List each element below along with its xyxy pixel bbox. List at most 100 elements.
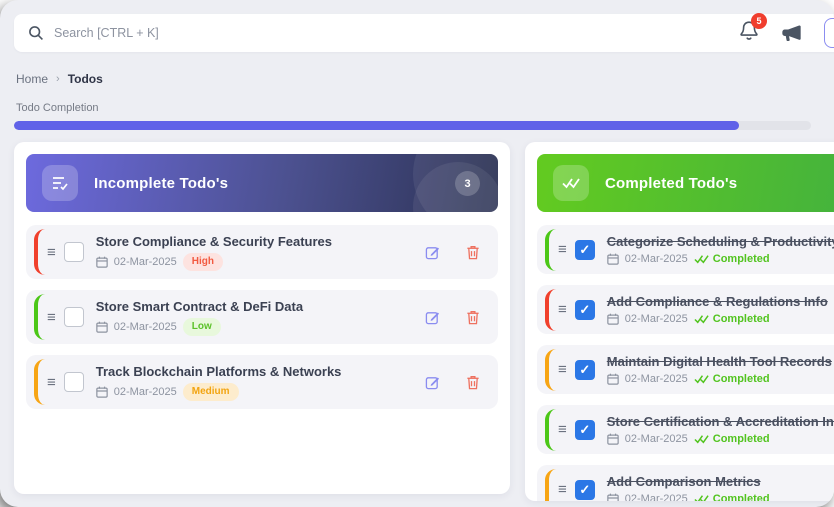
drag-handle-icon[interactable]: ≡	[558, 302, 567, 317]
calendar-icon	[607, 313, 619, 325]
drag-handle-icon[interactable]: ≡	[558, 422, 567, 437]
drag-handle-icon[interactable]: ≡	[558, 242, 567, 257]
edit-button[interactable]	[421, 306, 444, 329]
todo-meta: 02-Mar-2025 Completed	[607, 493, 834, 501]
todo-meta: 02-Mar-2025 Completed	[607, 313, 834, 325]
incomplete-todo-list: ≡ Store Compliance & Security Features 0…	[26, 225, 498, 409]
trash-icon	[466, 245, 480, 260]
todo-content: Track Blockchain Platforms & Networks 02…	[96, 364, 421, 401]
language-button[interactable]	[824, 18, 834, 48]
completed-status: Completed	[694, 313, 770, 325]
search-bar: 5	[14, 14, 834, 52]
priority-accent	[545, 349, 556, 391]
todo-content: Add Comparison Metrics 02-Mar-2025 Compl…	[607, 474, 834, 501]
calendar-icon	[607, 493, 619, 501]
delete-button[interactable]	[462, 241, 484, 264]
todo-title: Store Smart Contract & DeFi Data	[96, 299, 421, 314]
edit-icon	[425, 375, 440, 390]
notifications-button[interactable]: 5	[739, 20, 759, 47]
todo-checkbox[interactable]	[64, 307, 84, 327]
priority-accent	[34, 294, 45, 340]
drag-handle-icon[interactable]: ≡	[47, 245, 56, 260]
edit-button[interactable]	[421, 241, 444, 264]
todo-item: ≡ ✓ Store Certification & Accreditation …	[537, 405, 834, 454]
todo-item: ≡ ✓ Add Comparison Metrics 02-Mar-2025 C…	[537, 465, 834, 501]
delete-button[interactable]	[462, 371, 484, 394]
breadcrumb-current: Todos	[68, 72, 103, 86]
priority-accent	[34, 229, 45, 275]
completed-panel-title: Completed Todo's	[605, 175, 737, 192]
todo-date: 02-Mar-2025	[114, 256, 177, 268]
double-check-icon	[694, 434, 709, 444]
todo-progress-fill	[14, 121, 739, 130]
edit-icon	[425, 310, 440, 325]
todo-date: 02-Mar-2025	[625, 493, 688, 501]
search-input[interactable]	[54, 26, 474, 40]
priority-accent	[545, 289, 556, 331]
priority-badge: Low	[183, 318, 221, 336]
todo-title: Categorize Scheduling & Productivity App…	[607, 234, 834, 249]
drag-handle-icon[interactable]: ≡	[47, 310, 56, 325]
breadcrumb-home[interactable]: Home	[16, 72, 48, 86]
double-check-icon	[694, 314, 709, 324]
drag-handle-icon[interactable]: ≡	[558, 362, 567, 377]
todo-checkbox[interactable]	[64, 242, 84, 262]
todo-date: 02-Mar-2025	[625, 433, 688, 445]
todo-content: Store Certification & Accreditation Info…	[607, 414, 834, 445]
todo-item: ≡ ✓ Categorize Scheduling & Productivity…	[537, 225, 834, 274]
todo-title: Maintain Digital Health Tool Records	[607, 354, 834, 369]
priority-accent	[545, 229, 556, 271]
incomplete-count-badge: 3	[455, 171, 480, 196]
drag-handle-icon[interactable]: ≡	[47, 375, 56, 390]
calendar-icon	[96, 256, 108, 268]
drag-handle-icon[interactable]: ≡	[558, 482, 567, 497]
todo-meta: 02-Mar-2025 Completed	[607, 373, 834, 385]
todo-meta: 02-Mar-2025 Completed	[607, 433, 834, 445]
trash-icon	[466, 375, 480, 390]
incomplete-panel: Incomplete Todo's 3 ≡ Store Compliance &…	[14, 142, 510, 494]
todo-content: Store Smart Contract & DeFi Data 02-Mar-…	[96, 299, 421, 336]
todo-item: ≡ ✓ Add Compliance & Regulations Info 02…	[537, 285, 834, 334]
notification-badge: 5	[751, 13, 767, 29]
search-icon	[28, 25, 44, 41]
todo-date: 02-Mar-2025	[625, 313, 688, 325]
todo-progress-bar	[14, 121, 811, 130]
todo-checkbox-checked[interactable]: ✓	[575, 420, 595, 440]
calendar-icon	[607, 253, 619, 265]
todo-title: Store Certification & Accreditation Info	[607, 414, 834, 429]
todo-checkbox-checked[interactable]: ✓	[575, 300, 595, 320]
todo-meta: 02-Mar-2025 Low	[96, 318, 421, 336]
incomplete-panel-title: Incomplete Todo's	[94, 175, 228, 192]
incomplete-icon-box	[42, 165, 78, 201]
todo-meta: 02-Mar-2025 Medium	[96, 383, 421, 401]
completed-status: Completed	[694, 253, 770, 265]
todo-checkbox-checked[interactable]: ✓	[575, 360, 595, 380]
incomplete-panel-header: Incomplete Todo's 3	[26, 154, 498, 212]
todo-date: 02-Mar-2025	[625, 373, 688, 385]
priority-badge: Medium	[183, 383, 239, 401]
todo-content: Categorize Scheduling & Productivity App…	[607, 234, 834, 265]
todo-meta: 02-Mar-2025 High	[96, 253, 421, 271]
app-window: 5 Home › Todos Todo Completion	[0, 0, 834, 507]
todo-content: Add Compliance & Regulations Info 02-Mar…	[607, 294, 834, 325]
edit-icon	[425, 245, 440, 260]
calendar-icon	[96, 321, 108, 333]
todo-meta: 02-Mar-2025 Completed	[607, 253, 834, 265]
completed-status: Completed	[694, 433, 770, 445]
double-check-icon	[694, 374, 709, 384]
completed-icon-box	[553, 165, 589, 201]
todo-checkbox-checked[interactable]: ✓	[575, 480, 595, 500]
announcements-button[interactable]	[781, 23, 802, 43]
calendar-icon	[607, 433, 619, 445]
list-check-icon	[51, 175, 69, 191]
delete-button[interactable]	[462, 306, 484, 329]
completed-status: Completed	[694, 493, 770, 501]
todo-item: ≡ Track Blockchain Platforms & Networks …	[26, 355, 498, 409]
edit-button[interactable]	[421, 371, 444, 394]
todo-checkbox-checked[interactable]: ✓	[575, 240, 595, 260]
completed-panel: Completed Todo's ≡ ✓ Categorize Scheduli…	[525, 142, 834, 501]
todo-checkbox[interactable]	[64, 372, 84, 392]
double-check-icon	[694, 494, 709, 501]
trash-icon	[466, 310, 480, 325]
completed-status: Completed	[694, 373, 770, 385]
